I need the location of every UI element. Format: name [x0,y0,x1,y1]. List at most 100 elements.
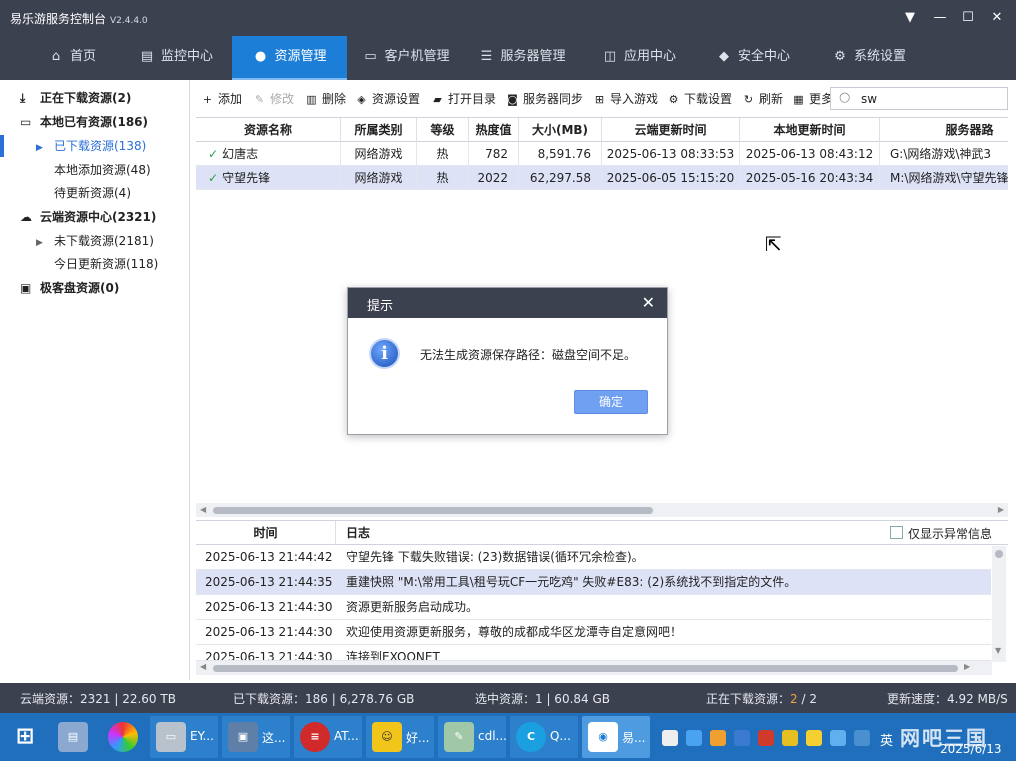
gear-icon: ⚙ [668,93,679,106]
tab-servers[interactable]: ☰ 服务器管理 [466,36,578,80]
home-icon: ⌂ [51,49,61,64]
tab-settings[interactable]: ⚙ 系统设置 [818,36,920,80]
scroll-right-icon[interactable]: ▶ [998,503,1004,517]
scrollbar-thumb[interactable] [995,550,1003,558]
sidebar-item-downloaded[interactable]: ▶ 已下载资源(138) [36,135,146,157]
table-row[interactable]: ✓ 幻唐志 网络游戏 热 782 8,591.76 2025-06-13 08:3… [196,142,1008,166]
ok-button[interactable]: 确定 [574,390,648,414]
log-column-time[interactable]: 时间 [196,521,336,545]
taskbar-app-ey[interactable]: ▭ EY... [150,716,218,758]
minimize-icon[interactable]: — [930,8,950,28]
taskbar-app-browser[interactable] [102,716,146,758]
log-vertical-scrollbar[interactable]: ▼ [992,546,1006,662]
column-header[interactable]: 大小(MB) [519,118,602,142]
sidebar-item-geek-disk[interactable]: ▣ 极客盘资源(0) [20,277,119,299]
tab-apps[interactable]: ◫ 应用中心 [588,36,690,80]
server-sync-button[interactable]: ◙ 服务器同步 [506,90,583,108]
tray-icon[interactable] [710,730,726,746]
cell-category: 网络游戏 [341,142,417,166]
open-directory-button[interactable]: ▰ 打开目录 [431,90,496,108]
download-settings-button[interactable]: ⚙ 下载设置 [667,90,732,108]
status-downloading: 正在下载资源：2 / 2 [706,690,817,707]
taskbar-app-gooddriver[interactable]: ☺ 好... [366,716,434,758]
column-header[interactable]: 资源名称 [196,118,341,142]
taskbar-app-computer[interactable]: ▣ 这... [222,716,290,758]
column-header[interactable]: 云端更新时间 [602,118,740,142]
menu-dropdown-icon[interactable]: ▼ [900,8,920,28]
column-header[interactable]: 服务器路 [880,118,1008,142]
more-button[interactable]: ▦ 更多 [792,90,830,108]
ime-indicator[interactable]: 英 [880,730,893,749]
log-row[interactable]: 2025-06-13 21:44:42 守望先锋 下载失败错误: (23)数据错误… [196,545,991,570]
resource-settings-button[interactable]: ◈ 资源设置 [355,90,420,108]
shield-icon: ◆ [718,49,729,64]
tab-home[interactable]: ⌂ 首页 [22,36,122,80]
delete-button[interactable]: ▥ 删除 [305,90,346,108]
folder-icon: ▭ [20,115,32,129]
search-value[interactable]: sw [861,92,877,106]
trash-icon: ▥ [306,93,317,106]
tray-icon[interactable] [662,730,678,746]
log-column-log[interactable]: 日志 [346,521,370,545]
scroll-left-icon[interactable]: ◀ [200,503,206,517]
tray-icon[interactable] [806,730,822,746]
only-errors-label[interactable]: 仅显示异常信息 [908,525,992,542]
sidebar-item-not-downloaded[interactable]: ▶ 未下载资源(2181) [36,230,154,252]
tray-icon[interactable] [854,730,870,746]
log-message: 欢迎使用资源更新服务，尊敬的成都成华区龙潭寺自定意网吧！ [346,625,683,639]
tab-security[interactable]: ◆ 安全中心 [702,36,804,80]
tab-clients[interactable]: ▭ 客户机管理 [350,36,462,80]
maximize-icon[interactable]: ☐ [958,8,978,28]
dialog-close-icon[interactable]: ✕ [642,293,655,312]
refresh-button[interactable]: ↻ 刷新 [742,90,783,108]
scrollbar-thumb[interactable] [213,665,958,672]
column-header[interactable]: 等级 [417,118,469,142]
expand-arrow-icon[interactable]: ▶ [36,232,48,254]
sidebar-item-pending-update[interactable]: 待更新资源(4) [54,182,131,204]
log-row[interactable]: 2025-06-13 21:44:30 连接到EXOONET [196,645,991,661]
sidebar-item-downloading[interactable]: ⤓ 正在下载资源(2) [20,87,131,109]
only-errors-checkbox[interactable] [890,526,903,539]
tab-resources[interactable]: ● 资源管理 [232,36,347,80]
taskbar-app-network[interactable]: ▤ [52,716,92,758]
scroll-down-icon[interactable]: ▼ [995,646,1001,655]
scroll-left-icon[interactable]: ◀ [200,662,206,671]
scrollbar-thumb[interactable] [213,507,653,514]
sidebar-item-local[interactable]: ▭ 本地已有资源(186) [20,111,148,133]
table-horizontal-scrollbar[interactable]: ◀ ▶ [196,503,1008,517]
log-row[interactable]: 2025-06-13 21:44:30 欢迎使用资源更新服务，尊敬的成都成华区龙潭… [196,620,991,645]
tray-icon[interactable] [830,730,846,746]
tray-icon[interactable] [686,730,702,746]
expand-arrow-icon[interactable]: ▶ [36,137,48,159]
sidebar-item-cloud[interactable]: ☁ 云端资源中心(2321) [20,206,156,228]
log-row[interactable]: 2025-06-13 21:44:35 重建快照 "M:\常用工具\租号玩CF一元… [196,570,991,595]
log-message: 连接到EXOONET [346,650,440,661]
scroll-right-icon[interactable]: ▶ [964,662,970,671]
table-row[interactable]: ✓ 守望先锋 网络游戏 热 2022 62,297.58 2025-06-05 1… [196,166,1008,190]
tray-icon[interactable] [734,730,750,746]
taskbar-app-at[interactable]: ≡ AT... [294,716,362,758]
import-game-button[interactable]: ⊞ 导入游戏 [593,90,658,108]
add-button[interactable]: + 添加 [201,90,242,108]
windows-icon: ⊞ [15,724,35,749]
tray-icon[interactable] [782,730,798,746]
sidebar-item-today-updated[interactable]: 今日更新资源(118) [54,253,158,275]
tray-icon[interactable] [758,730,774,746]
start-button[interactable]: ⊞ [4,716,44,758]
close-icon[interactable]: ✕ [987,8,1007,28]
column-header[interactable]: 所属类别 [341,118,417,142]
server-icon: ☰ [480,49,493,64]
taskbar-app-yileyou[interactable]: ◉ 易... [582,716,650,758]
log-row[interactable]: 2025-06-13 21:44:30 资源更新服务启动成功。 [196,595,991,620]
column-header[interactable]: 热度值 [469,118,519,142]
search-input[interactable]: ○ sw [830,87,1008,110]
folder-open-icon: ▰ [433,93,442,106]
taskbar-app-cdl[interactable]: ✎ cdl... [438,716,507,758]
tab-monitor[interactable]: ▤ 监控中心 [124,36,228,80]
column-header[interactable]: 本地更新时间 [740,118,880,142]
log-horizontal-scrollbar[interactable]: ◀ ▶ [196,661,992,675]
sidebar-item-local-added[interactable]: 本地添加资源(48) [54,159,151,181]
taskbar-date[interactable]: 2025/6/13 [940,742,1002,756]
edit-button[interactable]: ✎ 修改 [253,90,294,108]
taskbar-app-cafe[interactable]: C Q... [510,716,578,758]
